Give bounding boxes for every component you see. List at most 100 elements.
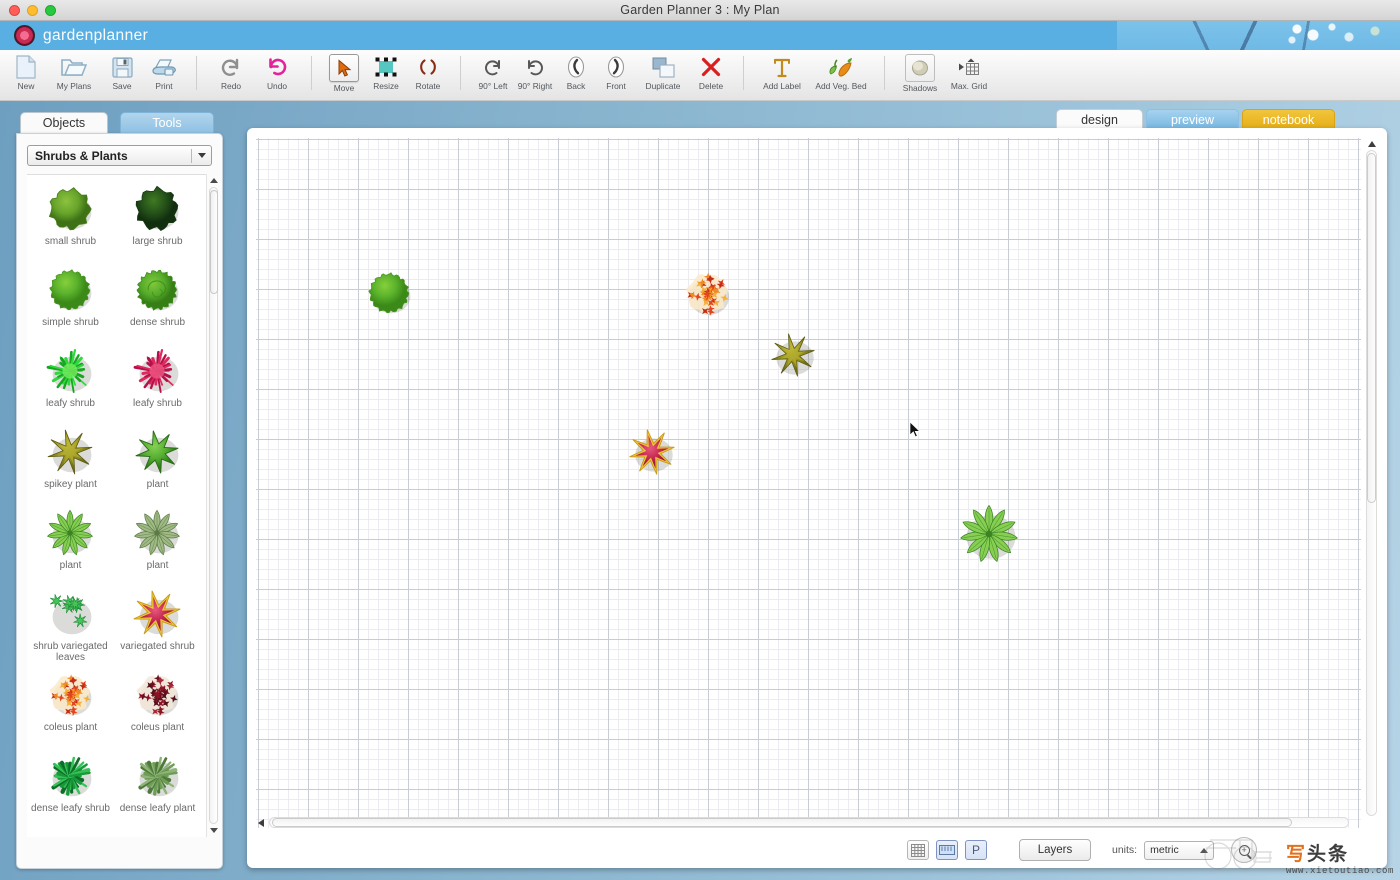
toolbar-button-shadows[interactable]: Shadows	[896, 50, 944, 98]
toolbar-button-label: 90° Right	[517, 81, 553, 91]
toolbar-button-label: My Plans	[56, 81, 92, 91]
library-item[interactable]: leafy shrub	[114, 344, 201, 425]
app-window: Garden Planner 3 : My Plan gardenplanner…	[0, 0, 1400, 880]
plant-list-label: P	[971, 843, 980, 857]
toolbar-group-transform: Move Resize Rotate	[323, 50, 449, 101]
canvas-vertical-scrollbar[interactable]	[1365, 138, 1378, 828]
library-item[interactable]: small shrub	[27, 182, 114, 263]
chevron-down-icon[interactable]	[192, 153, 211, 158]
library-item-art-round-swirl-green	[130, 263, 186, 317]
canvas-scroll-left-arrow-icon[interactable]	[258, 819, 264, 827]
library-item-art-blob-dark-green	[130, 182, 186, 236]
ghost-watermark	[1204, 839, 1272, 870]
toolbar-button-label: Add Label	[763, 81, 801, 91]
arrow-cursor	[909, 421, 921, 438]
toolbar-separator	[743, 56, 744, 90]
library-item-label: plant	[146, 560, 169, 571]
tab-objects[interactable]: Objects	[20, 112, 108, 134]
library-item-art-spiky-crimson	[130, 344, 186, 398]
toolbar-separator	[460, 56, 461, 90]
library-item-art-star-red-gold	[130, 587, 186, 641]
scrollbar-thumb[interactable]	[210, 190, 218, 294]
toolbar-button-90-left[interactable]: 90° Left	[472, 50, 514, 98]
new-document-icon	[16, 54, 36, 80]
library-item-art-round-green	[43, 263, 99, 317]
canvas-scroll-up-arrow-icon[interactable]	[1368, 141, 1376, 147]
library-item[interactable]: coleus plant	[27, 668, 114, 749]
library-item-art-star-olive	[43, 425, 99, 479]
library-item[interactable]: large shrub	[114, 182, 201, 263]
toolbar-button-label: Duplicate	[645, 81, 681, 91]
object-library-scrollbar[interactable]	[206, 174, 219, 837]
library-item[interactable]: plant	[114, 506, 201, 587]
library-item[interactable]: simple shrub	[27, 263, 114, 344]
plant-list-icon[interactable]: P	[965, 840, 987, 860]
library-item-label: large shrub	[132, 236, 183, 247]
toolbar-button-my-plans[interactable]: My Plans	[47, 50, 101, 98]
object-library-scroll-area[interactable]: small shrub large shrub simple shrub dense …	[27, 174, 212, 837]
objects-panel: Objects Tools Shrubs & Plants small shru…	[8, 112, 223, 869]
library-item-art-spiky-bright-green	[43, 344, 99, 398]
canvas-plant-star-olive[interactable]	[767, 329, 819, 381]
max-grid-icon	[958, 54, 980, 80]
toolbar-button-rotate[interactable]: Rotate	[407, 50, 449, 98]
toolbar-button-add-label[interactable]: Add Label	[755, 50, 809, 98]
toolbar-button-back[interactable]: Back	[556, 50, 596, 98]
scroll-down-arrow-icon[interactable]	[210, 828, 218, 833]
toolbar-button-90-right[interactable]: 90° Right	[514, 50, 556, 98]
rotate-right-icon	[525, 54, 545, 80]
library-item[interactable]: spikey plant	[27, 425, 114, 506]
library-item[interactable]: shrub variegated leaves	[27, 587, 114, 668]
toolbar-button-delete[interactable]: Delete	[690, 50, 732, 98]
toolbar-button-undo[interactable]: Undo	[254, 50, 300, 98]
library-item[interactable]: leafy shrub	[27, 344, 114, 425]
library-item[interactable]: plant	[114, 425, 201, 506]
category-select[interactable]: Shrubs & Plants	[27, 145, 212, 166]
library-item[interactable]	[27, 830, 114, 837]
panel-body: Shrubs & Plants small shrub large shrub si…	[16, 133, 223, 869]
ruler-toggle-icon[interactable]	[936, 840, 958, 860]
canvas-plant-star-red-gold[interactable]	[626, 426, 678, 478]
canvas-plant-rosette-green[interactable]	[955, 500, 1023, 568]
toolbar-button-label: 90° Left	[478, 81, 508, 91]
toolbar-button-move[interactable]: Move	[323, 50, 365, 98]
library-item[interactable]: dense shrub	[114, 263, 201, 344]
canvas-vscroll-thumb[interactable]	[1367, 153, 1376, 503]
library-item[interactable]: coleus plant	[114, 668, 201, 749]
library-item[interactable]: variegated shrub	[114, 587, 201, 668]
design-canvas[interactable]	[256, 138, 1361, 828]
toolbar-button-redo[interactable]: Redo	[208, 50, 254, 98]
library-item[interactable]: plant	[27, 506, 114, 587]
toolbar-button-add-veg-bed[interactable]: Add Veg. Bed	[809, 50, 873, 98]
canvas-hscroll-thumb[interactable]	[272, 818, 1292, 827]
layers-button[interactable]: Layers	[1019, 839, 1091, 861]
canvas-plant-round-green[interactable]	[362, 266, 416, 320]
toolbar-button-front[interactable]: Front	[596, 50, 636, 98]
blossom-photo-banner	[1117, 21, 1400, 50]
tab-tools[interactable]: Tools	[120, 112, 214, 134]
toolbar-button-duplicate[interactable]: Duplicate	[636, 50, 690, 98]
toolbar-button-new[interactable]: New	[5, 50, 47, 98]
library-item-label: variegated shrub	[120, 641, 195, 652]
toolbar-button-resize[interactable]: Resize	[365, 50, 407, 98]
shadow-sphere-icon	[905, 54, 935, 82]
toolbar-group-arrange: 90° Left 90° Right Back Front Duplicate Delet…	[472, 50, 732, 101]
grid-toggle-icon[interactable]	[907, 840, 929, 860]
library-item[interactable]: dense leafy shrub	[27, 749, 114, 830]
toolbar-button-print[interactable]: Print	[143, 50, 185, 98]
toolbar-button-save[interactable]: Save	[101, 50, 143, 98]
toolbar-button-label: Undo	[266, 81, 288, 91]
scroll-up-arrow-icon[interactable]	[210, 178, 218, 183]
canvas-plant-clump-orange-red[interactable]	[679, 266, 735, 322]
library-item-label: spikey plant	[44, 479, 97, 490]
grid-paper	[256, 138, 1361, 828]
library-item-label: dense shrub	[129, 317, 186, 328]
toolbar-button-max-grid[interactable]: Max. Grid	[944, 50, 994, 98]
toolbar-button-label: Front	[606, 81, 626, 91]
printer-icon	[151, 54, 177, 80]
library-item[interactable]	[114, 830, 201, 837]
library-item-label: coleus plant	[43, 722, 98, 733]
toolbar-button-label: Add Veg. Bed	[815, 81, 867, 91]
toolbar-button-label: Max. Grid	[950, 81, 988, 91]
library-item[interactable]: dense leafy plant	[114, 749, 201, 830]
